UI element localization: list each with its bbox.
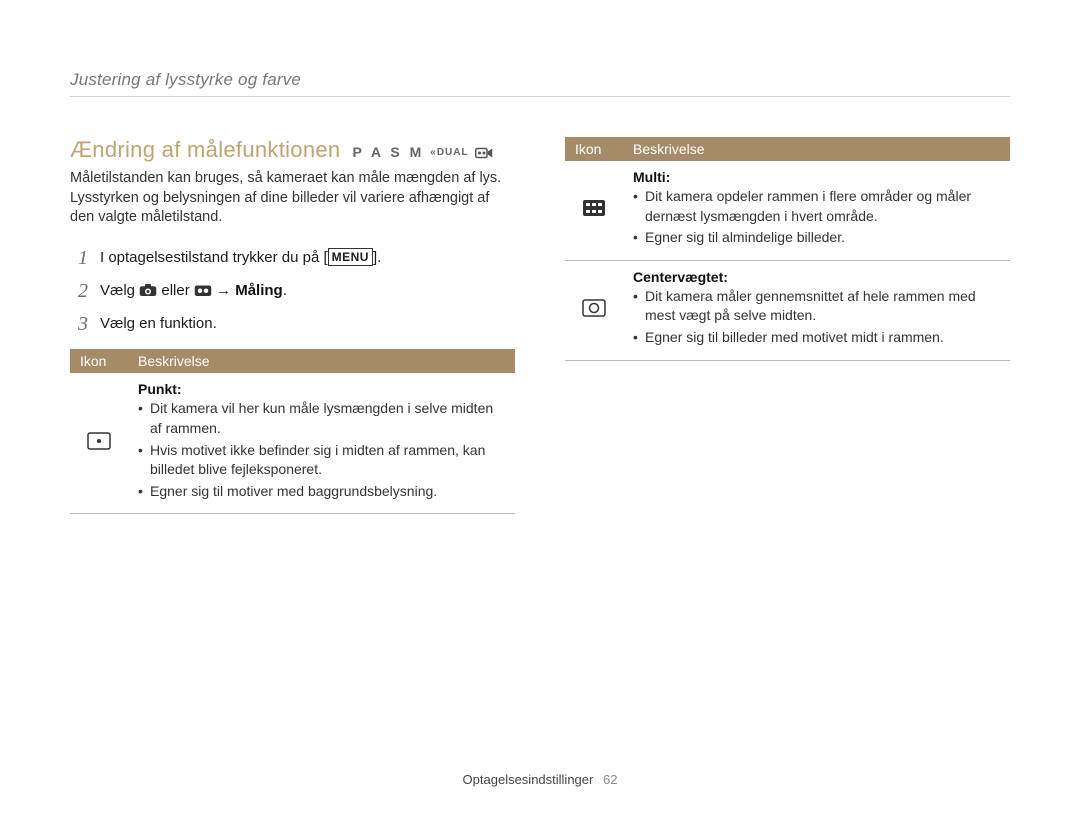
- option-desc-cell: Punkt: Dit kamera vil her kun måle lysmæ…: [128, 373, 515, 513]
- option-bullet: Egner sig til billeder med motivet midt …: [633, 328, 1000, 348]
- page: Justering af lysstyrke og farve Ændring …: [0, 0, 1080, 815]
- steps-list: 1 I optagelsestilstand trykker du på [ME…: [70, 246, 515, 336]
- camera-icon: [139, 281, 157, 295]
- left-column: Ændring af målefunktionen P A S M «DUAL: [70, 137, 515, 514]
- center-weighted-icon: [582, 299, 606, 317]
- step-text-post: ].: [373, 249, 381, 266]
- step-text-pre: I optagelsestilstand trykker du på [: [100, 249, 328, 266]
- mode-indicators: P A S M «DUAL: [352, 144, 492, 160]
- breadcrumb: Justering af lysstyrke og farve: [70, 70, 1010, 97]
- right-column: Ikon Beskrivelse: [565, 137, 1010, 514]
- step-text: Vælg eller → Måling.: [100, 279, 287, 302]
- option-bullet: Egner sig til almindelige billeder.: [633, 228, 1000, 248]
- step-2: 2 Vælg eller → Måling.: [70, 279, 515, 302]
- step-number: 2: [70, 279, 88, 301]
- footer-section: Optagelsesindstillinger: [463, 772, 594, 787]
- table-header-icon: Ikon: [70, 349, 128, 373]
- page-number: 62: [603, 772, 617, 787]
- table-header-icon: Ikon: [565, 137, 623, 161]
- multi-metering-icon: [582, 199, 606, 217]
- video-mode-icon: [475, 144, 493, 160]
- option-bullet: Hvis motivet ikke befinder sig i midten …: [138, 441, 505, 480]
- option-title: Punkt:: [138, 381, 505, 397]
- table-row: Centervægtet: Dit kamera måler gennemsni…: [565, 260, 1010, 360]
- table-row: Multi: Dit kamera opdeler rammen i flere…: [565, 161, 1010, 260]
- arrow-text: →: [216, 282, 235, 299]
- option-title: Centervægtet:: [633, 269, 1000, 285]
- step-text-pre: Vælg: [100, 282, 139, 299]
- option-bullets: Dit kamera opdeler rammen i flere område…: [633, 187, 1000, 248]
- heading-line: Ændring af målefunktionen P A S M «DUAL: [70, 137, 515, 163]
- spot-metering-icon: [87, 432, 111, 450]
- step-text-eller: eller: [161, 282, 194, 299]
- mode-dual-icon: «DUAL: [430, 147, 468, 158]
- step-text: Vælg en funktion.: [100, 312, 217, 335]
- option-bullet: Dit kamera opdeler rammen i flere område…: [633, 187, 1000, 226]
- option-desc-cell: Centervægtet: Dit kamera måler gennemsni…: [623, 260, 1010, 360]
- table-row: Punkt: Dit kamera vil her kun måle lysmæ…: [70, 373, 515, 513]
- content-columns: Ændring af målefunktionen P A S M «DUAL: [70, 137, 1010, 514]
- table-header-desc: Beskrivelse: [128, 349, 515, 373]
- step-number: 3: [70, 312, 88, 334]
- option-bullet: Dit kamera vil her kun måle lysmængden i…: [138, 399, 505, 438]
- step-text-post: .: [283, 282, 287, 299]
- intro-text: Måletilstanden kan bruges, så kameraet k…: [70, 169, 515, 228]
- options-table-right: Ikon Beskrivelse: [565, 137, 1010, 361]
- option-bullets: Dit kamera vil her kun måle lysmængden i…: [138, 399, 505, 501]
- video-icon: [194, 281, 212, 295]
- step-number: 1: [70, 246, 88, 268]
- step-text: I optagelsestilstand trykker du på [MENU…: [100, 246, 381, 269]
- step-1: 1 I optagelsestilstand trykker du på [ME…: [70, 246, 515, 269]
- option-title: Multi:: [633, 169, 1000, 185]
- mode-letters: P A S M: [352, 144, 424, 160]
- page-footer: Optagelsesindstillinger 62: [0, 772, 1080, 787]
- option-icon-cell: [70, 373, 128, 513]
- step-3: 3 Vælg en funktion.: [70, 312, 515, 335]
- menu-button-icon: MENU: [328, 248, 373, 266]
- option-icon-cell: [565, 161, 623, 260]
- options-table-left: Ikon Beskrivelse Punkt:: [70, 349, 515, 514]
- page-title: Ændring af målefunktionen: [70, 137, 340, 163]
- option-desc-cell: Multi: Dit kamera opdeler rammen i flere…: [623, 161, 1010, 260]
- option-bullet: Dit kamera måler gennemsnittet af hele r…: [633, 287, 1000, 326]
- option-icon-cell: [565, 260, 623, 360]
- step-bold-target: Måling: [235, 282, 283, 299]
- option-bullets: Dit kamera måler gennemsnittet af hele r…: [633, 287, 1000, 348]
- option-bullet: Egner sig til motiver med baggrundsbelys…: [138, 482, 505, 502]
- table-header-desc: Beskrivelse: [623, 137, 1010, 161]
